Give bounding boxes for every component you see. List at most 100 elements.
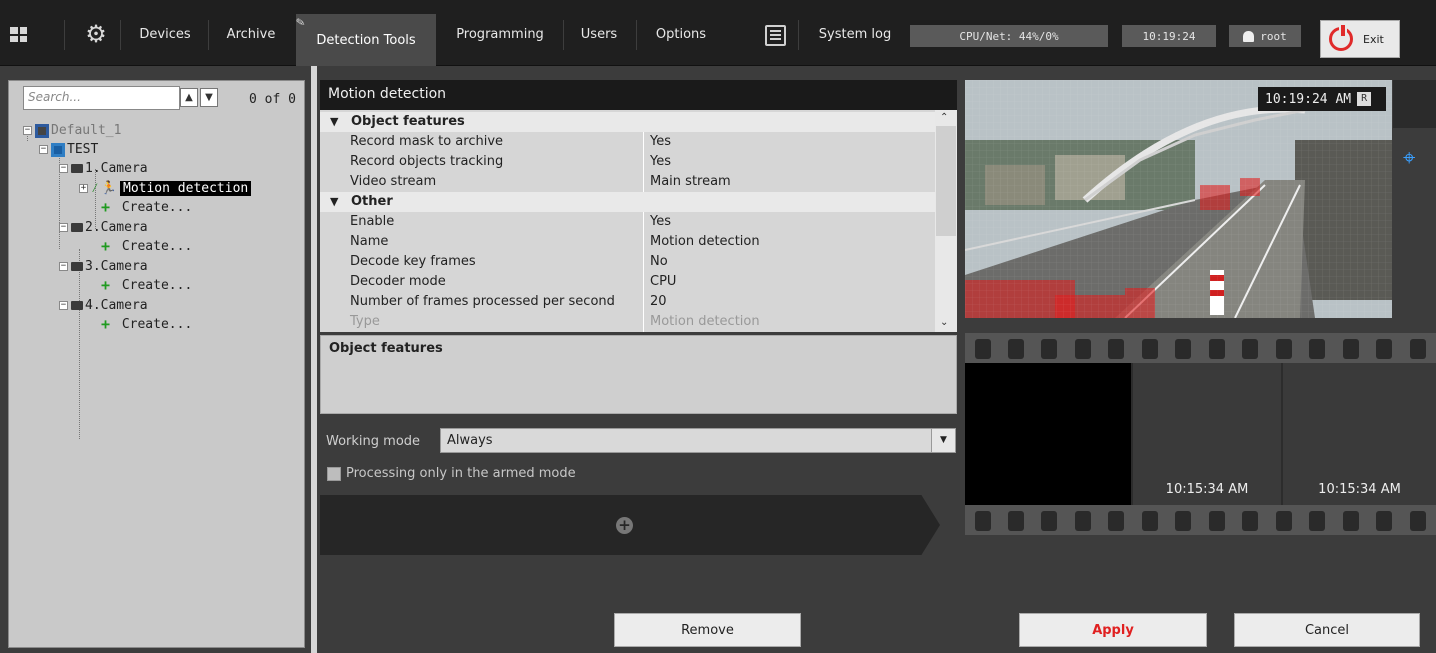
recording-badge: R	[1357, 92, 1372, 106]
tree-detector-motion[interactable]: + ⁄ 🏃 Motion detection	[79, 179, 252, 198]
cancel-button[interactable]: Cancel	[1234, 613, 1420, 647]
plus-icon: +	[101, 237, 111, 255]
pause-button[interactable]	[1393, 80, 1436, 128]
app-window: ⚙ Devices Archive Detection Tools ✎ Prog…	[0, 0, 1436, 653]
tree-camera-4[interactable]: − 4.Camera	[59, 296, 148, 315]
collapse-icon[interactable]: −	[59, 301, 68, 310]
mask-edit-icon: ⌖	[1403, 146, 1416, 171]
collapse-icon[interactable]: −	[59, 223, 68, 232]
tab-programming[interactable]: Programming	[440, 14, 560, 54]
detector-wand-icon: ⁄	[91, 181, 99, 196]
create-label: Create...	[121, 200, 193, 215]
group-label: Other	[351, 194, 393, 209]
property-row[interactable]: Record objects tracking Yes	[320, 152, 935, 172]
description-title: Object features	[329, 341, 443, 356]
user-icon	[1243, 30, 1255, 42]
tree-server[interactable]: − Default_1	[23, 121, 121, 140]
property-value[interactable]: Yes	[650, 152, 671, 172]
add-block-area[interactable]: +	[320, 495, 940, 555]
property-row[interactable]: Record mask to archive Yes	[320, 132, 935, 152]
group-object-features[interactable]: ▼ Object features	[320, 112, 935, 132]
scrollbar-thumb[interactable]	[936, 126, 956, 236]
tree-camera-3[interactable]: − 3.Camera	[59, 257, 148, 276]
server-icon	[35, 123, 49, 138]
apply-button[interactable]: Apply	[1019, 613, 1207, 647]
tab-users[interactable]: Users	[565, 14, 633, 54]
camera-label: 3.Camera	[85, 259, 148, 274]
property-value[interactable]: No	[650, 252, 668, 272]
property-value: Motion detection	[650, 314, 760, 329]
property-value[interactable]: Motion detection	[650, 232, 760, 252]
camera-preview[interactable]	[965, 80, 1392, 318]
detector-label: Motion detection	[120, 181, 252, 196]
property-row[interactable]: Decode key frames No	[320, 252, 935, 272]
property-value[interactable]: CPU	[650, 272, 676, 292]
property-value[interactable]: Yes	[650, 212, 671, 232]
tree-create-4[interactable]: + Create...	[101, 315, 192, 334]
exit-label: Exit	[1363, 32, 1384, 46]
plus-icon: +	[101, 198, 111, 216]
mask-edit-button[interactable]: ⌖	[1393, 140, 1436, 180]
property-value[interactable]: Main stream	[650, 172, 731, 192]
camera-icon	[71, 164, 83, 173]
collapse-icon[interactable]: −	[39, 145, 48, 154]
exit-button[interactable]: Exit	[1320, 20, 1400, 58]
layouts-grid-icon[interactable]	[10, 27, 27, 42]
video-time-text: 10:19:24 AM	[1265, 91, 1352, 107]
thumbnail-frame[interactable]: 10:15:34 AM	[1133, 363, 1281, 505]
remove-button[interactable]: Remove	[614, 613, 801, 647]
tree-camera-2[interactable]: − 2.Camera	[59, 218, 148, 237]
tab-options[interactable]: Options	[638, 14, 724, 54]
pencil-icon: ✎	[294, 15, 307, 30]
dropdown-arrow-icon[interactable]: ▼	[931, 429, 955, 452]
running-person-icon: 🏃	[100, 181, 117, 196]
tree-create-3[interactable]: + Create...	[101, 276, 192, 295]
collapse-icon[interactable]: −	[59, 164, 68, 173]
property-row[interactable]: Video stream Main stream	[320, 172, 935, 192]
property-row[interactable]: Number of frames processed per second 20	[320, 292, 935, 312]
tab-detection-tools[interactable]: Detection Tools	[296, 14, 436, 66]
search-prev-button[interactable]: ▲	[180, 88, 198, 107]
add-circle-icon[interactable]: +	[616, 517, 633, 534]
property-value[interactable]: Yes	[650, 132, 671, 152]
property-value[interactable]: 20	[650, 292, 667, 312]
armed-mode-checkbox[interactable]	[327, 467, 341, 481]
user-badge[interactable]: root	[1229, 25, 1301, 47]
panel-splitter[interactable]	[311, 66, 317, 653]
property-row[interactable]: Decoder mode CPU	[320, 272, 935, 292]
working-mode-select[interactable]: Always ▼	[440, 428, 956, 453]
property-row[interactable]: Enable Yes	[320, 212, 935, 232]
scroll-down-icon[interactable]: ⌄	[940, 317, 948, 328]
system-log-button[interactable]: System log	[805, 14, 905, 54]
create-label: Create...	[121, 317, 193, 332]
tree-create-2[interactable]: + Create...	[101, 237, 192, 256]
chevron-down-icon[interactable]: ▼	[330, 112, 338, 132]
thumbnail-frame[interactable]	[965, 363, 1131, 505]
tree-domain[interactable]: − TEST	[39, 140, 98, 159]
search-input[interactable]: Search...	[23, 86, 180, 110]
group-other[interactable]: ▼ Other	[320, 192, 935, 212]
plus-icon: +	[101, 315, 111, 333]
tree-create-1[interactable]: + Create...	[101, 198, 192, 217]
camera-icon	[71, 262, 83, 271]
collapse-icon[interactable]: −	[59, 262, 68, 271]
tab-archive[interactable]: Archive	[210, 14, 292, 54]
search-next-button[interactable]: ▼	[200, 88, 218, 107]
thumbnail-frame[interactable]: 10:15:34 AM	[1283, 363, 1436, 505]
working-mode-value: Always	[447, 433, 493, 448]
filmstrip-bottom	[965, 505, 1436, 535]
scroll-up-icon[interactable]: ⌃	[940, 112, 948, 123]
armed-mode-label[interactable]: Processing only in the armed mode	[346, 466, 576, 481]
cpu-net-indicator: CPU/Net: 44%/0%	[910, 25, 1108, 47]
tab-devices[interactable]: Devices	[123, 14, 207, 54]
property-grid-scrollbar[interactable]: ⌃ ⌄	[935, 110, 957, 332]
collapse-icon[interactable]: −	[23, 126, 32, 135]
expand-icon[interactable]: +	[79, 184, 88, 193]
tree-camera-1[interactable]: − 1.Camera	[59, 159, 148, 178]
camera-frame-image	[965, 80, 1392, 318]
property-row[interactable]: Name Motion detection	[320, 232, 935, 252]
chevron-down-icon[interactable]: ▼	[330, 192, 338, 212]
system-log-icon[interactable]	[765, 25, 786, 46]
gear-icon[interactable]: ⚙	[83, 21, 109, 47]
thumbnail-time: 10:15:34 AM	[1165, 482, 1249, 497]
